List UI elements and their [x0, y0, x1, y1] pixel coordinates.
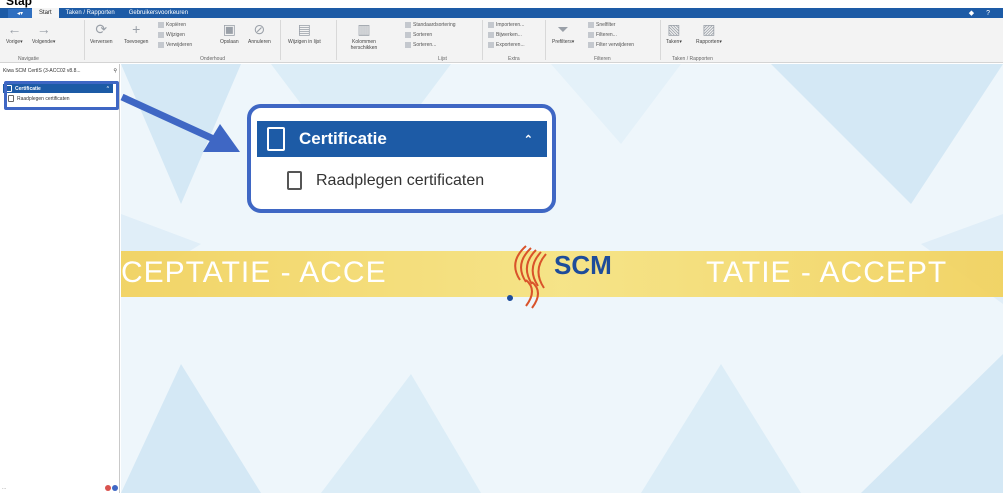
group-label-onderhoud: Onderhoud — [200, 56, 226, 62]
scm-logo: SCM — [496, 240, 636, 310]
refresh-button[interactable]: ⟳ Verversen — [90, 20, 113, 46]
navigation-pane: Kiwa SCM CertIS (3-ACC02 v8.8... ⚲ Certi… — [0, 64, 120, 493]
prefilters-button[interactable]: ⏷ Prefilters▾ — [552, 20, 574, 46]
group-label-extra: Extra — [508, 56, 520, 62]
reorder-columns-button[interactable]: ▥ Kolommen herschikken — [344, 20, 384, 52]
pencil-icon — [158, 32, 164, 38]
callout-section-certificatie: Certificatie ⌃ — [257, 121, 547, 157]
cross-icon — [158, 42, 164, 48]
default-sort-button[interactable]: Standaardsortering — [405, 22, 456, 28]
cancel-icon: ⊘ — [253, 20, 266, 37]
app-menu-button[interactable]: ◂▾ — [8, 8, 32, 18]
top-strip-text: Stap — [6, 0, 33, 8]
arrow-left-icon: ← — [7, 21, 22, 37]
add-button[interactable]: + Toevoegen — [124, 21, 148, 45]
scm-logo-waves — [507, 245, 547, 309]
ribbon: ← Vorige▾ → Volgende▾ Navigatie ⟳ Verver… — [0, 18, 1003, 63]
app-window: Stap ◂▾ Start Taken / Rapporten Gebruike… — [0, 0, 1003, 493]
group-label-taken-rapporten: Taken / Rapporten — [672, 56, 713, 62]
group-separator — [280, 20, 281, 60]
tasks-button[interactable]: ▧ Taken▾ — [666, 20, 682, 46]
pin-icon[interactable]: ⚲ — [113, 68, 117, 74]
refresh-icon: ⟳ — [95, 20, 108, 37]
certificate-icon — [287, 171, 302, 190]
group-separator — [545, 20, 546, 60]
tab-start[interactable]: Start — [32, 8, 59, 18]
edit-in-list-button[interactable]: ▤ Wijzigen in lijst — [288, 20, 321, 46]
help-icons[interactable]: ◆ ? — [969, 9, 995, 17]
group-label-filteren: Filteren — [594, 56, 611, 62]
callout-item-raadplegen-certificaten: Raadplegen certificaten — [287, 171, 484, 190]
funnel-icon: ⏷ — [557, 20, 569, 37]
group-separator — [660, 20, 661, 60]
delete-button[interactable]: Verwijderen — [158, 42, 192, 48]
plus-icon: + — [132, 21, 141, 37]
group-label-navigatie: Navigatie — [18, 56, 39, 62]
columns-icon: ▥ — [357, 20, 371, 37]
forward-button[interactable]: → Volgende▾ — [32, 21, 55, 45]
group-separator — [482, 20, 483, 60]
certificate-icon — [267, 127, 285, 151]
save-button[interactable]: ▣ Opslaan — [220, 20, 239, 46]
zoom-callout: Certificatie ⌃ Raadplegen certificaten — [247, 104, 556, 213]
reports-button[interactable]: ▨ Rapporten▾ — [696, 20, 722, 46]
banner-text-right: TATIE - ACCEPT — [706, 256, 948, 289]
copy-icon — [158, 22, 164, 28]
sort-icon — [405, 42, 411, 48]
top-strip: Stap — [0, 0, 1003, 8]
group-label-lijst: Lijst — [438, 56, 447, 62]
import-icon — [488, 22, 494, 28]
status-dot — [105, 485, 111, 491]
chevron-up-icon: ⌃ — [523, 133, 533, 146]
clipboard-icon: ▧ — [667, 20, 681, 37]
highlight-box — [4, 81, 119, 110]
funnel-icon — [588, 32, 594, 38]
sort-dialog-button[interactable]: Sorteren... — [405, 42, 436, 48]
title-bar: ◂▾ Start Taken / Rapporten Gebruikersvoo… — [0, 8, 1003, 18]
update-icon — [488, 32, 494, 38]
scm-logo-text: SCM — [554, 250, 612, 280]
cancel-button[interactable]: ⊘ Annuleren — [248, 20, 271, 46]
update-button[interactable]: Bijwerken... — [488, 32, 522, 38]
tab-taken-rapporten[interactable]: Taken / Rapporten — [59, 8, 122, 18]
navigation-header: Kiwa SCM CertIS (3-ACC02 v8.8... ⚲ — [3, 67, 117, 74]
group-separator — [84, 20, 85, 60]
edit-button[interactable]: Wijzigen — [158, 32, 185, 38]
import-button[interactable]: Importeren... — [488, 22, 524, 28]
back-button[interactable]: ← Vorige▾ — [6, 21, 23, 45]
funnel-icon — [588, 22, 594, 28]
export-button[interactable]: Exporteren... — [488, 42, 525, 48]
list-edit-icon: ▤ — [297, 20, 311, 37]
group-separator — [336, 20, 337, 60]
sort-icon — [405, 32, 411, 38]
sort-icon — [405, 22, 411, 28]
copy-button[interactable]: Kopiëren — [158, 22, 186, 28]
export-icon — [488, 42, 494, 48]
status-dot — [112, 485, 118, 491]
quick-filter-button[interactable]: Snelfilter — [588, 22, 615, 28]
remove-filter-button[interactable]: Filter verwijderen — [588, 42, 634, 48]
banner-text-left: CEPTATIE - ACCE — [121, 256, 387, 289]
status-dots — [105, 485, 118, 491]
filter-button[interactable]: Filteren... — [588, 32, 617, 38]
arrow-right-icon: → — [36, 21, 51, 37]
save-icon: ▣ — [222, 20, 236, 37]
tab-gebruikersvoorkeuren[interactable]: Gebruikersvoorkeuren — [122, 8, 195, 18]
sort-dropdown[interactable]: Sorteren — [405, 32, 432, 38]
report-icon: ▨ — [702, 20, 716, 37]
funnel-remove-icon — [588, 42, 594, 48]
navigation-footer: ... — [2, 485, 118, 491]
